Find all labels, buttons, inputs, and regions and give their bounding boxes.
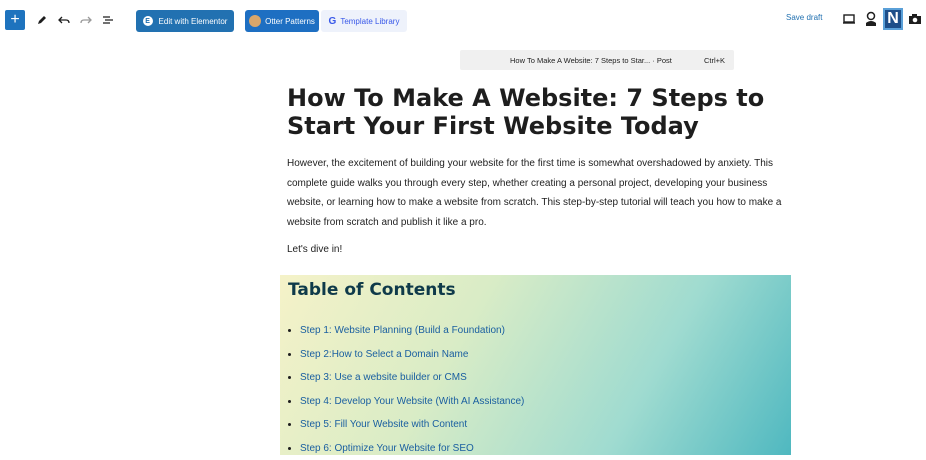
table-of-contents: Table of Contents Step 1: Website Planni…: [280, 275, 791, 455]
keyboard-shortcut: Ctrl+K: [704, 56, 725, 65]
intro-paragraph[interactable]: However, the excitement of building your…: [287, 154, 787, 232]
save-draft-button[interactable]: Save draft: [786, 13, 822, 22]
bullet-icon: [288, 400, 291, 403]
editor-toolbar: + E Edit with Elementor Otter Patterns G…: [0, 0, 926, 40]
bullet-icon: [288, 329, 291, 332]
document-overview-icon[interactable]: [98, 10, 118, 30]
toc-heading: Table of Contents: [288, 280, 456, 300]
bullet-icon: [288, 447, 291, 450]
toc-link[interactable]: Step 2:How to Select a Domain Name: [300, 349, 468, 360]
elementor-icon: E: [143, 16, 153, 26]
toc-link[interactable]: Step 5: Fill Your Website with Content: [300, 419, 467, 430]
edit-with-elementor-button[interactable]: E Edit with Elementor: [136, 10, 234, 32]
template-library-button[interactable]: G Template Library: [321, 10, 407, 32]
redo-icon[interactable]: [76, 10, 96, 30]
template-library-icon: G: [329, 16, 337, 27]
camera-icon[interactable]: [908, 12, 922, 26]
preview-device-icon[interactable]: [842, 12, 856, 26]
otter-button-label: Otter Patterns: [265, 17, 315, 26]
bullet-icon: [288, 423, 291, 426]
toc-item[interactable]: Step 6: Optimize Your Website for SEO: [288, 437, 524, 460]
otter-icon: [249, 15, 261, 27]
document-title: How To Make A Website: 7 Steps to Star..…: [510, 56, 672, 65]
add-block-button[interactable]: +: [5, 10, 25, 30]
dive-in-paragraph[interactable]: Let's dive in!: [287, 244, 342, 255]
toc-link[interactable]: Step 3: Use a website builder or CMS: [300, 372, 467, 383]
toc-link[interactable]: Step 6: Optimize Your Website for SEO: [300, 443, 474, 454]
elementor-button-label: Edit with Elementor: [159, 17, 228, 26]
toc-link[interactable]: Step 4: Develop Your Website (With AI As…: [300, 396, 524, 407]
toc-item[interactable]: Step 5: Fill Your Website with Content: [288, 413, 524, 437]
toc-item[interactable]: Step 1: Website Planning (Build a Founda…: [288, 319, 524, 343]
toc-item[interactable]: Step 3: Use a website builder or CMS: [288, 366, 524, 390]
template-library-label: Template Library: [340, 17, 399, 26]
toc-list: Step 1: Website Planning (Build a Founda…: [288, 319, 524, 460]
bullet-icon: [288, 353, 291, 356]
toc-item[interactable]: Step 4: Develop Your Website (With AI As…: [288, 390, 524, 414]
pencil-tools-icon[interactable]: [32, 10, 52, 30]
command-palette-bar[interactable]: How To Make A Website: 7 Steps to Star..…: [460, 50, 734, 70]
otter-patterns-button[interactable]: Otter Patterns: [245, 10, 319, 32]
undo-icon[interactable]: [54, 10, 74, 30]
neuron-plugin-icon[interactable]: N: [883, 8, 903, 30]
user-role-icon[interactable]: [864, 11, 878, 27]
toc-link[interactable]: Step 1: Website Planning (Build a Founda…: [300, 325, 505, 336]
bullet-icon: [288, 376, 291, 379]
post-title[interactable]: How To Make A Website: 7 Steps to Start …: [287, 84, 787, 140]
toc-item[interactable]: Step 2:How to Select a Domain Name: [288, 343, 524, 367]
